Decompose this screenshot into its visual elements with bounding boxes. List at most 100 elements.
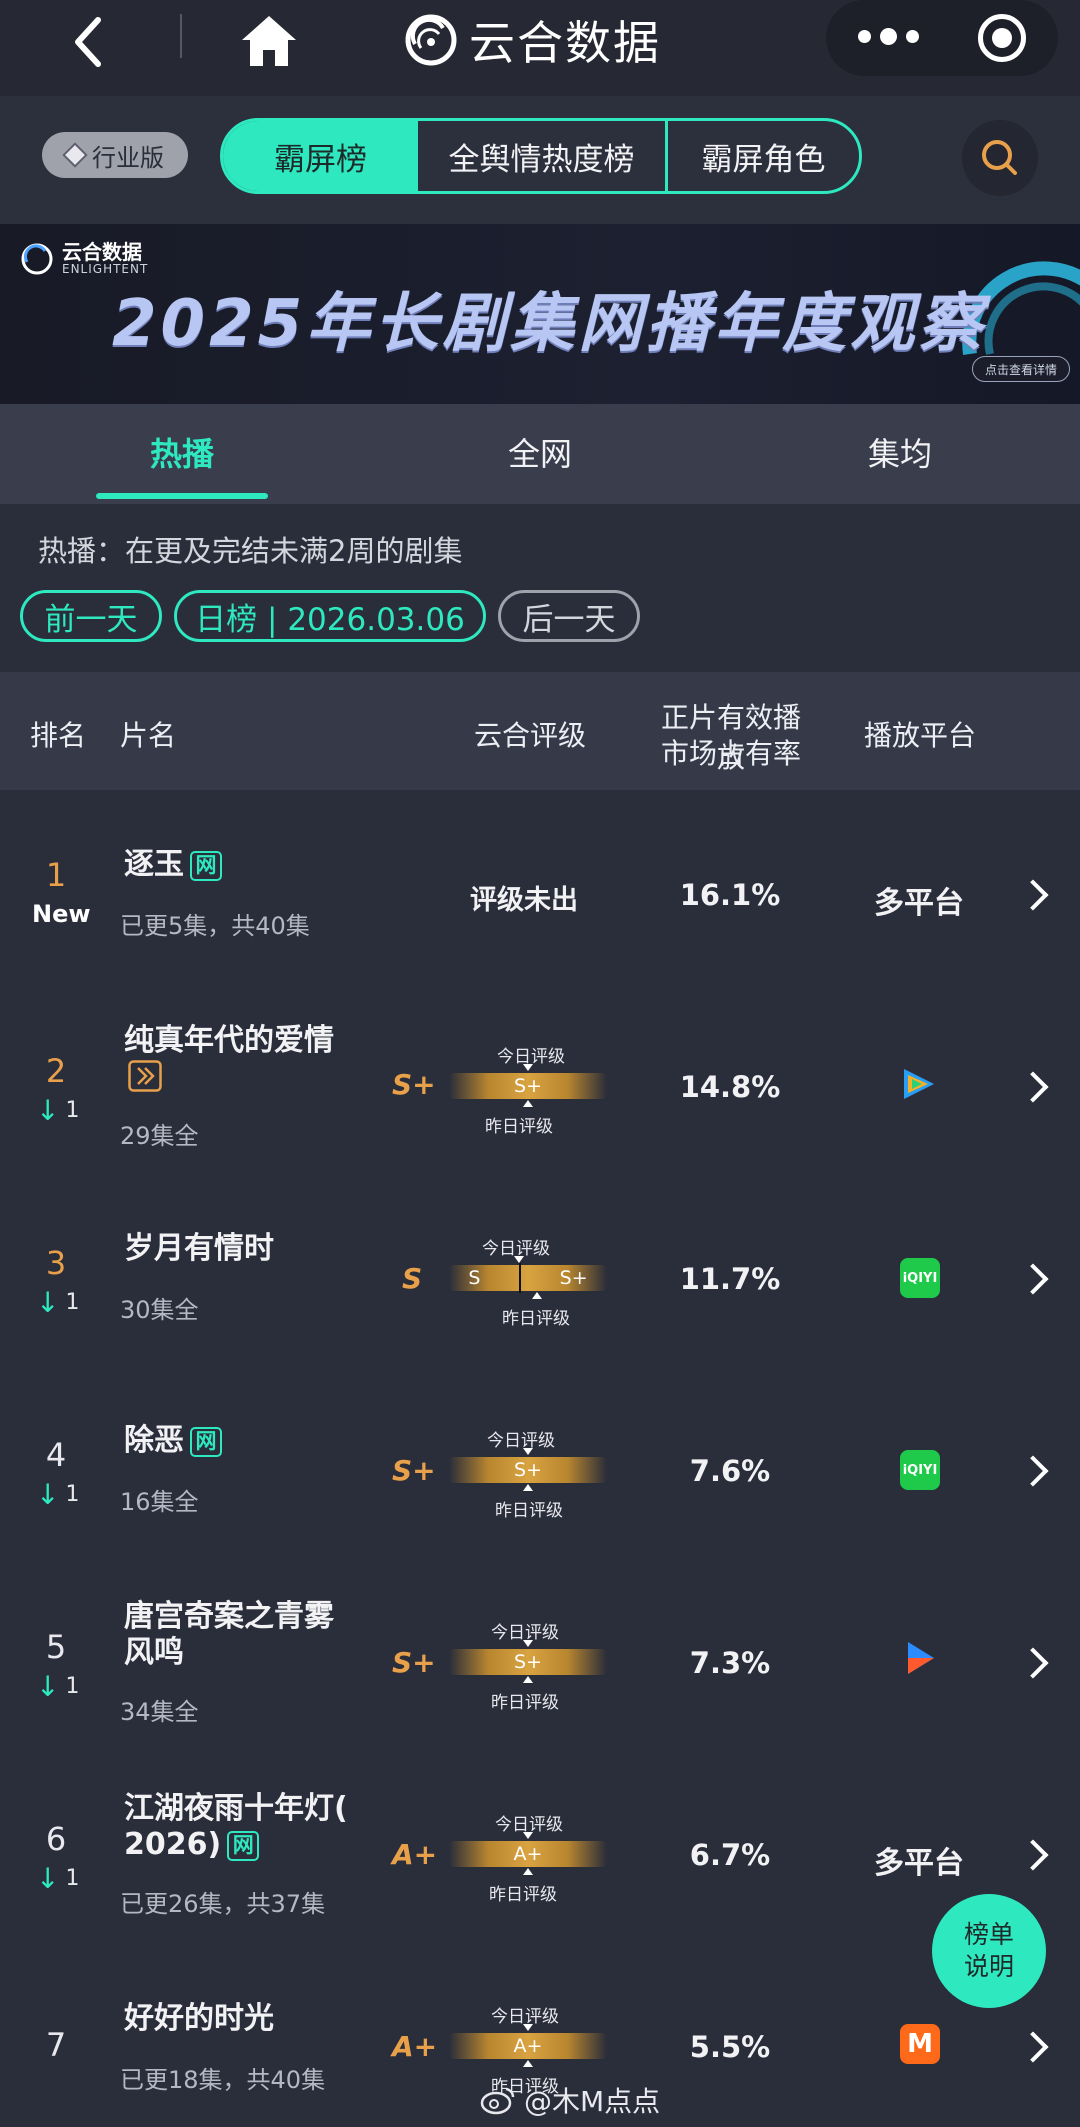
app-brand: 云合数据 <box>405 8 661 72</box>
search-icon <box>982 140 1017 175</box>
grade-label: S <box>402 1262 423 1295</box>
yesterday-grade-label: 昨日评级 <box>495 1501 563 1521</box>
platform-multi: 多平台 <box>874 1846 964 1881</box>
next-day-button[interactable]: 后一天 <box>498 590 640 642</box>
rank-number: 2 <box>45 1052 67 1090</box>
rank-change: ↓ 1 <box>36 1478 80 1511</box>
rank-number: 4 <box>45 1436 67 1474</box>
back-arrow-icon[interactable] <box>60 12 120 72</box>
grade-label: A+ <box>392 1838 438 1871</box>
date-selector[interactable]: 日榜 | 2026.03.06 <box>174 590 486 642</box>
episode-status: 16集全 <box>120 1488 199 1516</box>
mango-tv-icon: M <box>900 2024 940 2064</box>
weibo-watermark: @木M点点 <box>480 2080 660 2120</box>
today-marker-icon <box>523 1064 533 1071</box>
arrow-down-icon: ↓ <box>36 1670 60 1703</box>
drama-title[interactable]: 唐宫奇案之青雾 <box>124 1598 334 1636</box>
today-marker-icon <box>523 1832 533 1839</box>
tab-per-episode[interactable]: 集均 <box>790 404 1010 500</box>
yesterday-grade-label: 昨日评级 <box>485 1117 553 1137</box>
header-grade: 云合评级 <box>474 719 587 752</box>
iqiyi-icon: iQIYI <box>900 1258 940 1298</box>
grade-label: S+ <box>392 1454 436 1487</box>
rank-number: 5 <box>45 1628 67 1666</box>
grade-divider <box>519 1263 522 1293</box>
grade-label: S+ <box>392 1646 436 1679</box>
iqiyi-icon: iQIYI <box>900 1450 940 1490</box>
drama-title[interactable]: 岁月有情时 <box>124 1230 274 1268</box>
market-share: 14.8% <box>679 1070 781 1104</box>
rank-number: 1 <box>45 856 67 894</box>
market-share: 16.1% <box>679 878 781 912</box>
watermark-text: @木M点点 <box>524 2085 661 2118</box>
exclusive-play-icon <box>128 1060 162 1092</box>
drama-title[interactable]: 除恶网 <box>124 1422 222 1460</box>
segment-dominance[interactable]: 霸屏榜 <box>223 121 418 191</box>
today-grade-label: 今日评级 <box>487 1431 555 1451</box>
close-target-icon[interactable] <box>978 14 1026 62</box>
segment-dominant-roles[interactable]: 霸屏角色 <box>668 121 859 191</box>
prev-day-button[interactable]: 前一天 <box>20 590 162 642</box>
episode-status: 已更18集，共40集 <box>120 2066 326 2094</box>
today-marker-icon <box>523 1640 533 1647</box>
nav-divider <box>180 14 182 58</box>
episode-status: 已更5集，共40集 <box>120 912 310 940</box>
arrow-down-icon: ↓ <box>36 1286 60 1319</box>
home-icon[interactable] <box>238 12 300 72</box>
tab-all-network[interactable]: 全网 <box>430 404 650 500</box>
search-button[interactable] <box>962 120 1038 196</box>
today-marker-icon <box>523 2024 533 2031</box>
more-icon[interactable] <box>858 28 919 45</box>
diamond-icon <box>62 142 88 168</box>
grade-label: S+ <box>392 1068 436 1101</box>
header-rank: 排名 <box>30 719 87 752</box>
market-share: 7.6% <box>689 1454 771 1488</box>
grade-bar-yesterday: S+ <box>559 1267 588 1289</box>
rank-number: 7 <box>45 2026 67 2064</box>
industry-edition-badge[interactable]: 行业版 <box>42 132 188 178</box>
grade-bar-today: S <box>468 1267 481 1289</box>
yesterday-marker-icon <box>523 1100 533 1107</box>
fab-label-line2: 说明 <box>963 1952 1014 1981</box>
banner-title: 2025年长剧集网播年度观察 <box>112 287 987 361</box>
episode-status: 34集全 <box>120 1698 199 1726</box>
grade-bar: S+ <box>449 1073 607 1099</box>
platform-multi: 多平台 <box>874 886 964 921</box>
yesterday-marker-icon <box>523 1868 533 1875</box>
grade-bar: S+ <box>449 1649 607 1675</box>
drama-title[interactable]: 江湖夜雨十年灯( <box>124 1790 348 1828</box>
enlightent-logo-icon <box>405 14 457 66</box>
yesterday-grade-label: 昨日评级 <box>491 1693 559 1713</box>
grade-bar: A+ <box>449 1841 607 1867</box>
weibo-icon <box>480 2087 515 2115</box>
drama-title[interactable]: 好好的时光 <box>124 2000 274 2038</box>
rank-number: 3 <box>45 1244 67 1282</box>
chart-explanation-button[interactable]: 榜单 说明 <box>932 1894 1046 2008</box>
episode-status: 29集全 <box>120 1122 199 1150</box>
rank-change: ↓ 1 <box>36 1862 80 1895</box>
rank-number: 6 <box>45 1820 67 1858</box>
yesterday-grade-label: 昨日评级 <box>489 1885 557 1905</box>
rank-change: ↓ 1 <box>36 1670 80 1703</box>
segment-opinion-heat[interactable]: 全舆情热度榜 <box>418 121 668 191</box>
web-drama-badge: 网 <box>190 1426 222 1457</box>
episode-status: 30集全 <box>120 1296 199 1324</box>
yesterday-marker-icon <box>523 2060 533 2067</box>
today-marker-icon <box>514 1256 524 1263</box>
fab-label-line1: 榜单 <box>963 1920 1014 1949</box>
banner-detail-button[interactable]: 点击查看详情 <box>972 356 1070 382</box>
arrow-down-icon: ↓ <box>36 1478 60 1511</box>
active-tab-indicator <box>96 493 268 499</box>
yesterday-grade-label: 昨日评级 <box>502 1309 570 1329</box>
arrow-down-icon: ↓ <box>36 1094 60 1127</box>
drama-title[interactable]: 纯真年代的爱情 <box>124 1022 334 1060</box>
drama-title-line2: 2026) 网 <box>124 1826 260 1864</box>
drama-title[interactable]: 逐玉网 <box>124 846 222 884</box>
grade-bar: A+ <box>449 2033 607 2059</box>
rank-change: ↓ 1 <box>36 1286 80 1319</box>
banner-logo: 云合数据 ENLIGHTENT <box>20 242 148 276</box>
tab-hot[interactable]: 热播 <box>72 404 292 500</box>
drama-title-line2: 风鸣 <box>124 1635 184 1670</box>
rank-change: ↓ 1 <box>36 1094 80 1127</box>
web-drama-badge: 网 <box>190 850 222 881</box>
